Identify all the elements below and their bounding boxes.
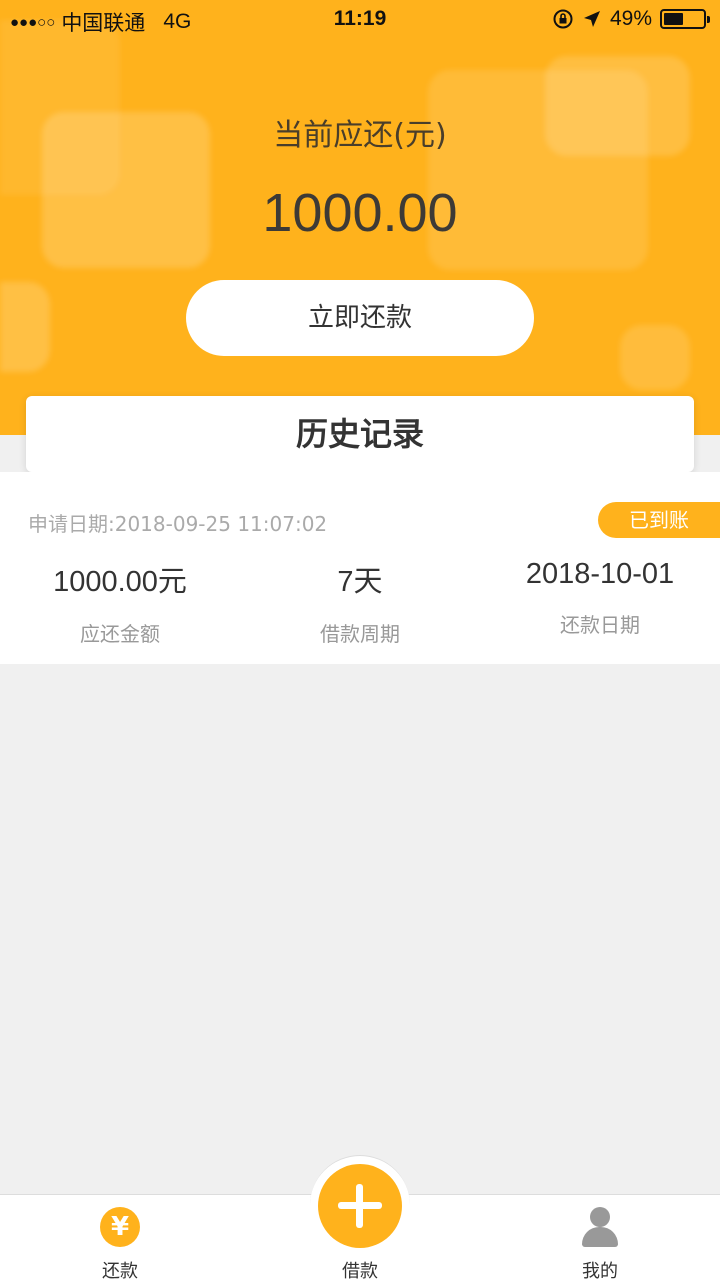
tab-borrow[interactable]: 借款 <box>240 1155 480 1280</box>
period-value: 7天 <box>337 566 383 598</box>
status-badge: 已到账 <box>598 502 720 538</box>
status-bar: ●●●○○ 中国联通 4G 11:19 49% <box>0 0 720 40</box>
user-icon <box>582 1207 618 1247</box>
tab-borrow-label: 借款 <box>342 1261 378 1280</box>
tab-mine[interactable]: 我的 <box>480 1195 720 1280</box>
decor-shape <box>0 282 50 372</box>
amount-stat: 1000.00元 应还金额 <box>0 558 240 647</box>
orientation-lock-icon <box>553 9 573 29</box>
tab-repay[interactable]: ¥ 还款 <box>0 1195 240 1280</box>
repay-date-stat: 2018-10-01 还款日期 <box>480 558 720 638</box>
tab-mine-label: 我的 <box>582 1261 618 1280</box>
battery-percent: 49% <box>609 7 652 30</box>
period-label: 借款周期 <box>320 622 400 646</box>
plus-icon[interactable] <box>318 1164 402 1248</box>
battery-level <box>664 13 683 25</box>
repay-now-button[interactable]: 立即还款 <box>186 280 534 356</box>
hero-banner: ●●●○○ 中国联通 4G 11:19 49% 当前应还(元) 1000.00 … <box>0 0 720 435</box>
tab-repay-label: 还款 <box>102 1261 138 1280</box>
decor-shape <box>620 325 690 390</box>
amount-label: 应还金额 <box>80 622 160 646</box>
repay-date-label: 还款日期 <box>560 613 640 637</box>
borrow-button-ring <box>310 1155 410 1255</box>
period-stat: 7天 借款周期 <box>240 558 480 647</box>
bottom-tab-bar: ¥ 还款 借款 我的 <box>0 1155 720 1280</box>
history-title: 历史记录 <box>26 396 694 472</box>
location-arrow-icon <box>583 11 600 27</box>
battery-icon <box>660 9 710 29</box>
repay-date-value: 2018-10-01 <box>525 558 675 590</box>
amount-value: 1000.00元 <box>53 566 187 598</box>
due-label: 当前应还(元) <box>273 118 447 153</box>
due-amount: 1000.00 <box>262 183 458 243</box>
apply-date: 申请日期:2018-09-25 11:07:02 <box>28 512 328 536</box>
history-record[interactable]: 申请日期:2018-09-25 11:07:02 已到账 1000.00元 应还… <box>0 472 720 664</box>
yen-icon: ¥ <box>100 1207 140 1247</box>
